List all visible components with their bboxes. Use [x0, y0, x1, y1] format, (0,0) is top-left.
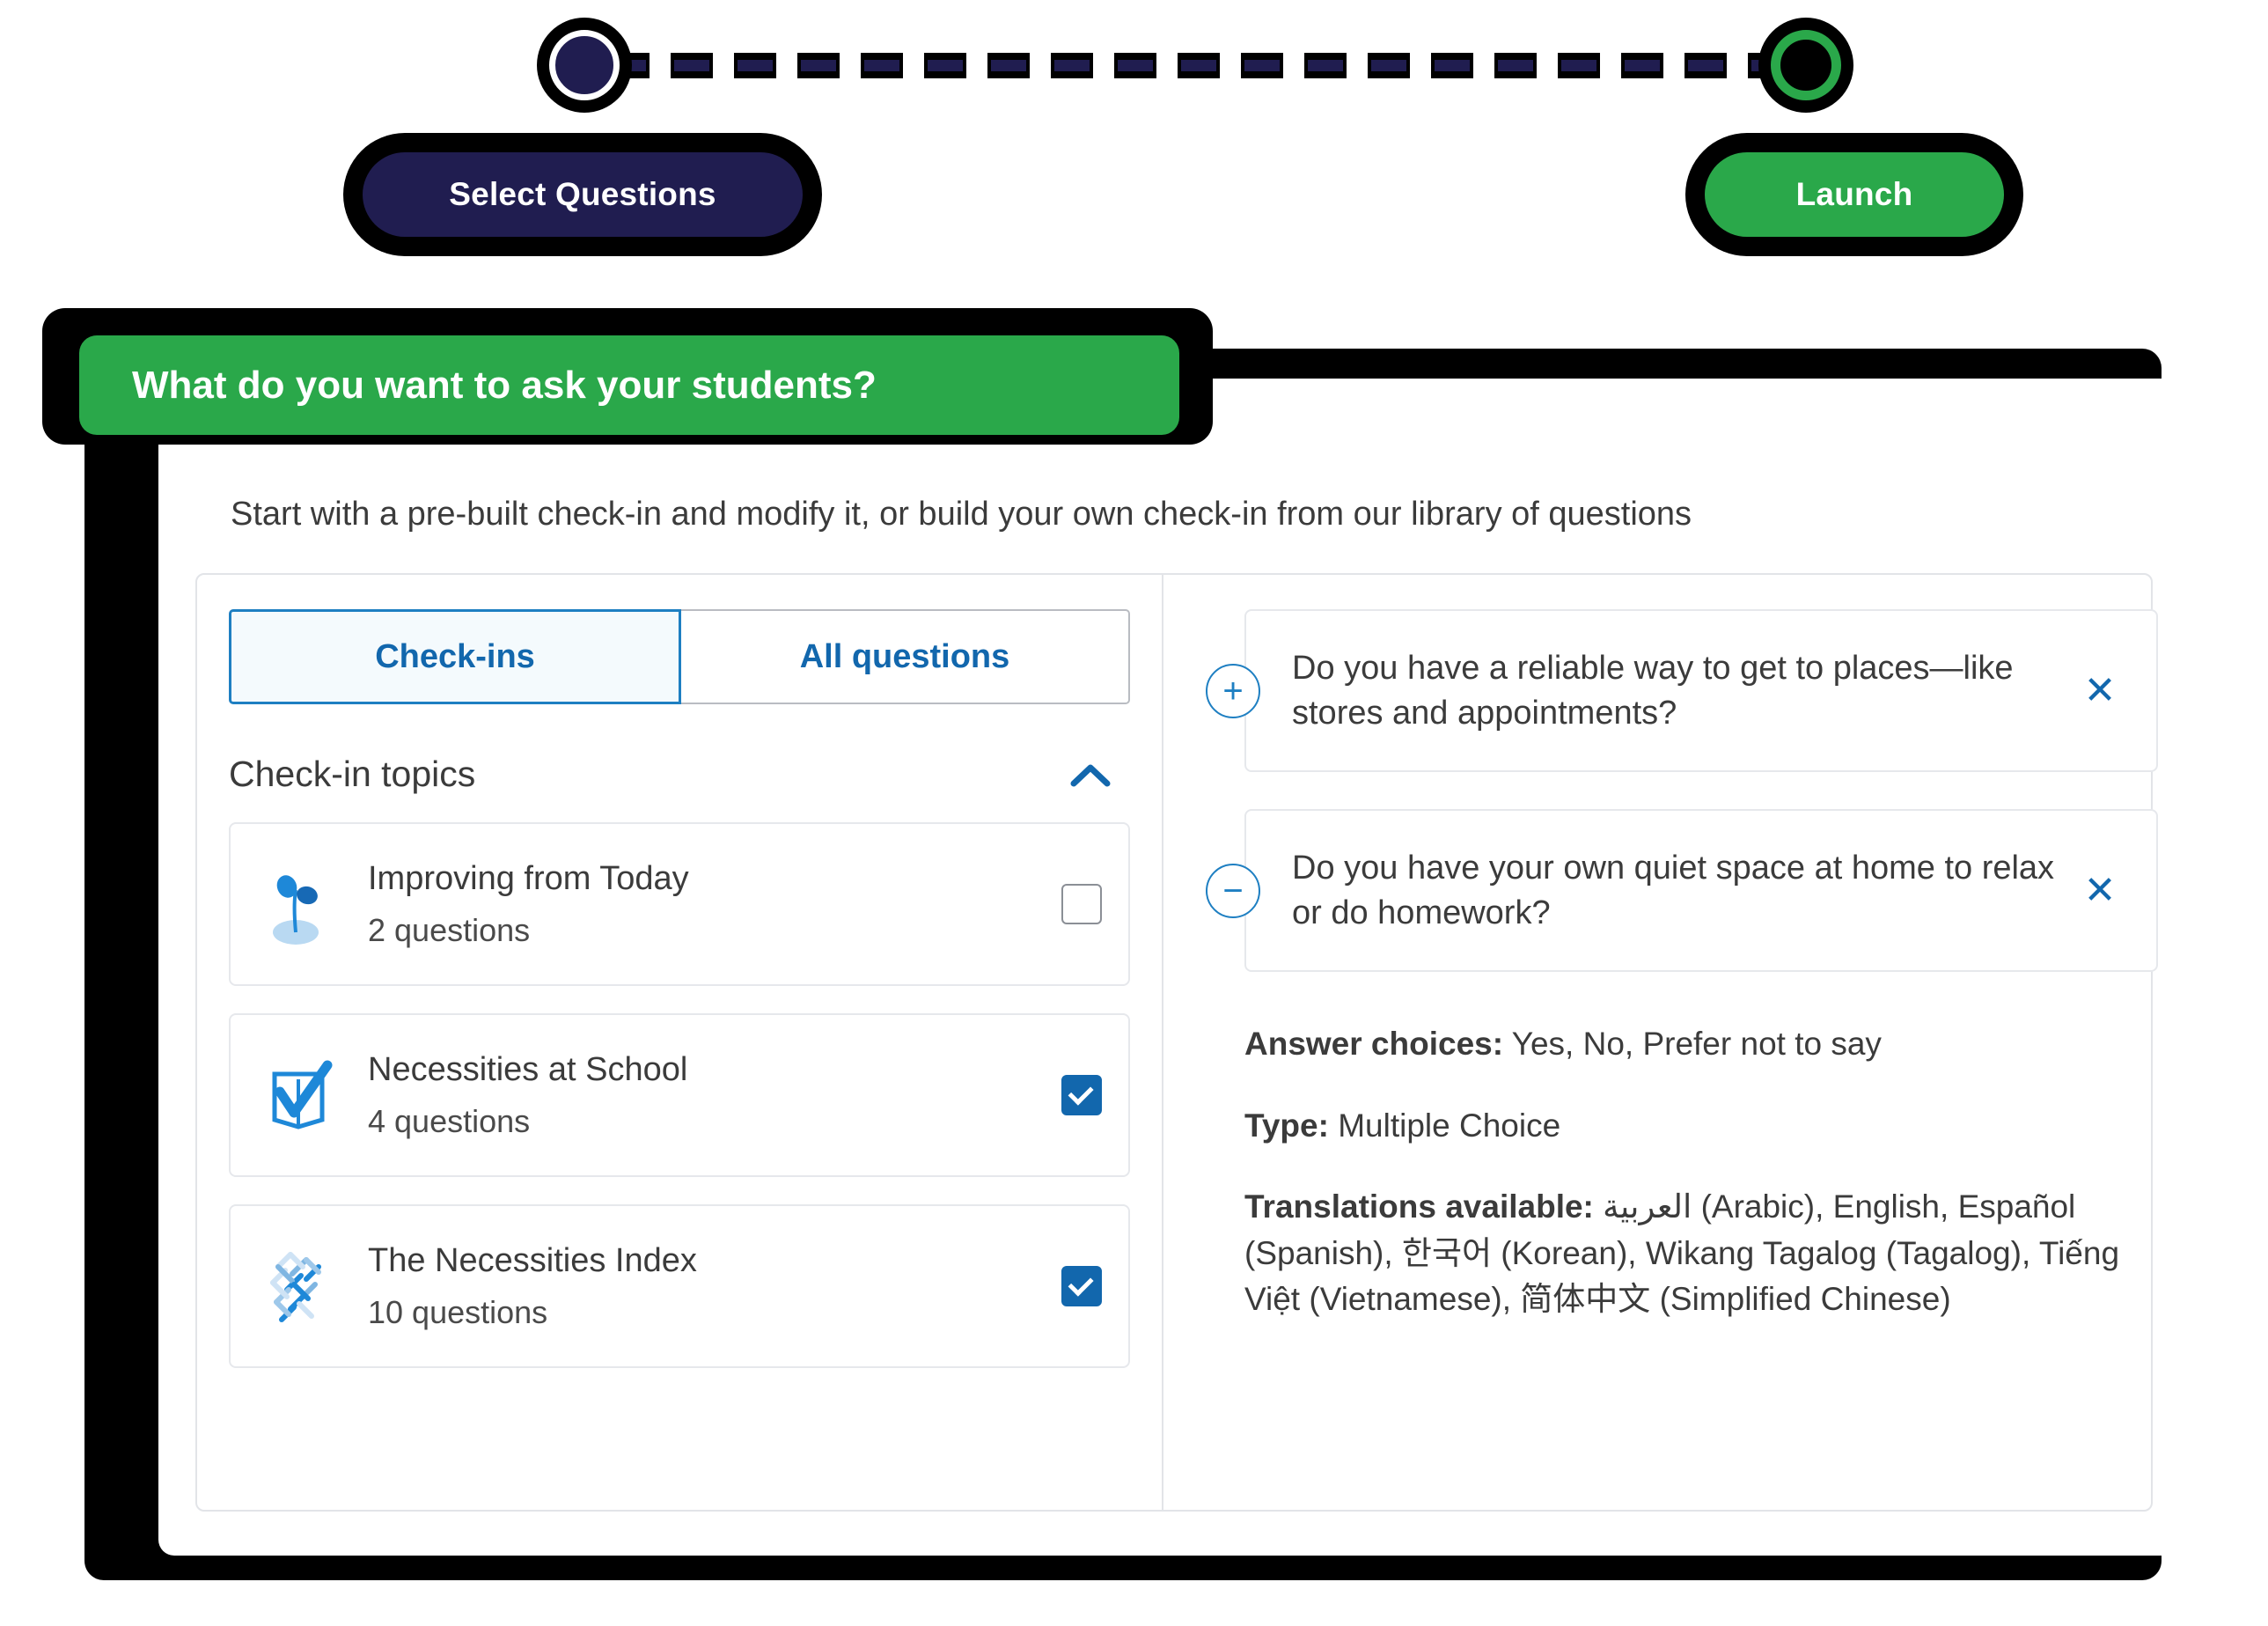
topic-text: Improving from Today 2 questions: [340, 860, 1061, 949]
panel-subtitle: Start with a pre-built check-in and modi…: [231, 496, 1692, 533]
translations-label: Translations available:: [1244, 1188, 1594, 1225]
topic-title: Improving from Today: [368, 859, 689, 897]
translations-row: Translations available: العربية (Arabic)…: [1244, 1184, 2158, 1323]
topic-question-count: 4 questions: [368, 1102, 531, 1139]
topic-card-improving-from-today[interactable]: Improving from Today 2 questions: [229, 822, 1130, 986]
topic-text: The Necessities Index 10 questions: [340, 1242, 1061, 1331]
check-in-topics-label: Check-in topics: [229, 754, 476, 794]
question-card-transportation: + Do you have a reliable way to get to p…: [1206, 609, 2158, 772]
question-detail: Answer choices: Yes, No, Prefer not to s…: [1244, 1021, 2158, 1323]
chevron-up-icon[interactable]: [1070, 761, 1111, 788]
topic-checkbox[interactable]: [1061, 1075, 1102, 1115]
topic-card-the-necessities-index[interactable]: The Necessities Index 10 questions: [229, 1204, 1130, 1368]
answer-choices-row: Answer choices: Yes, No, Prefer not to s…: [1244, 1021, 2158, 1068]
question-text: Do you have your own quiet space at home…: [1292, 850, 2055, 931]
type-label: Type:: [1244, 1107, 1329, 1144]
question-text: Do you have a reliable way to get to pla…: [1292, 650, 2014, 732]
topic-title: Necessities at School: [368, 1050, 688, 1088]
topic-checkbox[interactable]: [1061, 1266, 1102, 1306]
topic-question-count: 10 questions: [368, 1293, 548, 1330]
stepper-node-launch[interactable]: [1771, 30, 1841, 100]
right-column: + Do you have a reliable way to get to p…: [1163, 575, 2198, 1510]
close-icon[interactable]: ✕: [2073, 668, 2126, 713]
progress-stepper: [528, 30, 1866, 100]
woven-diamond-icon: [261, 1244, 340, 1328]
plus-circle-icon[interactable]: +: [1206, 663, 1260, 718]
page-title: What do you want to ask your students?: [79, 335, 1179, 435]
tab-check-ins[interactable]: Check-ins: [229, 609, 681, 704]
tab-bar: Check-ins All questions: [229, 609, 1130, 704]
close-icon[interactable]: ✕: [2073, 868, 2126, 913]
type-value: Multiple Choice: [1328, 1107, 1561, 1144]
answer-choices-value: Yes, No, Prefer not to say: [1503, 1026, 1882, 1062]
seedling-icon: [261, 862, 340, 946]
answer-choices-label: Answer choices:: [1244, 1026, 1504, 1062]
type-row: Type: Multiple Choice: [1244, 1103, 2158, 1150]
check-in-topics-header[interactable]: Check-in topics: [229, 754, 1130, 795]
launch-button[interactable]: Launch: [1705, 152, 2004, 237]
topic-question-count: 2 questions: [368, 911, 531, 948]
screen-root: Select Questions Launch What do you want…: [0, 0, 2268, 1626]
topic-card-necessities-at-school[interactable]: Necessities at School 4 questions: [229, 1013, 1130, 1177]
stepper-track: [611, 60, 1787, 71]
select-questions-button[interactable]: Select Questions: [363, 152, 803, 237]
question-card-quiet-space: − Do you have your own quiet space at ho…: [1206, 809, 2158, 972]
left-column: Check-ins All questions Check-in topics: [197, 575, 1163, 1510]
book-check-icon: [261, 1053, 340, 1137]
stepper-node-select-questions[interactable]: [549, 30, 620, 100]
content-box: Check-ins All questions Check-in topics: [195, 573, 2158, 1512]
topic-text: Necessities at School 4 questions: [340, 1051, 1061, 1140]
tab-all-questions[interactable]: All questions: [681, 609, 1130, 704]
minus-circle-icon[interactable]: −: [1206, 863, 1260, 918]
topic-title: The Necessities Index: [368, 1241, 697, 1279]
topic-checkbox[interactable]: [1061, 884, 1102, 924]
